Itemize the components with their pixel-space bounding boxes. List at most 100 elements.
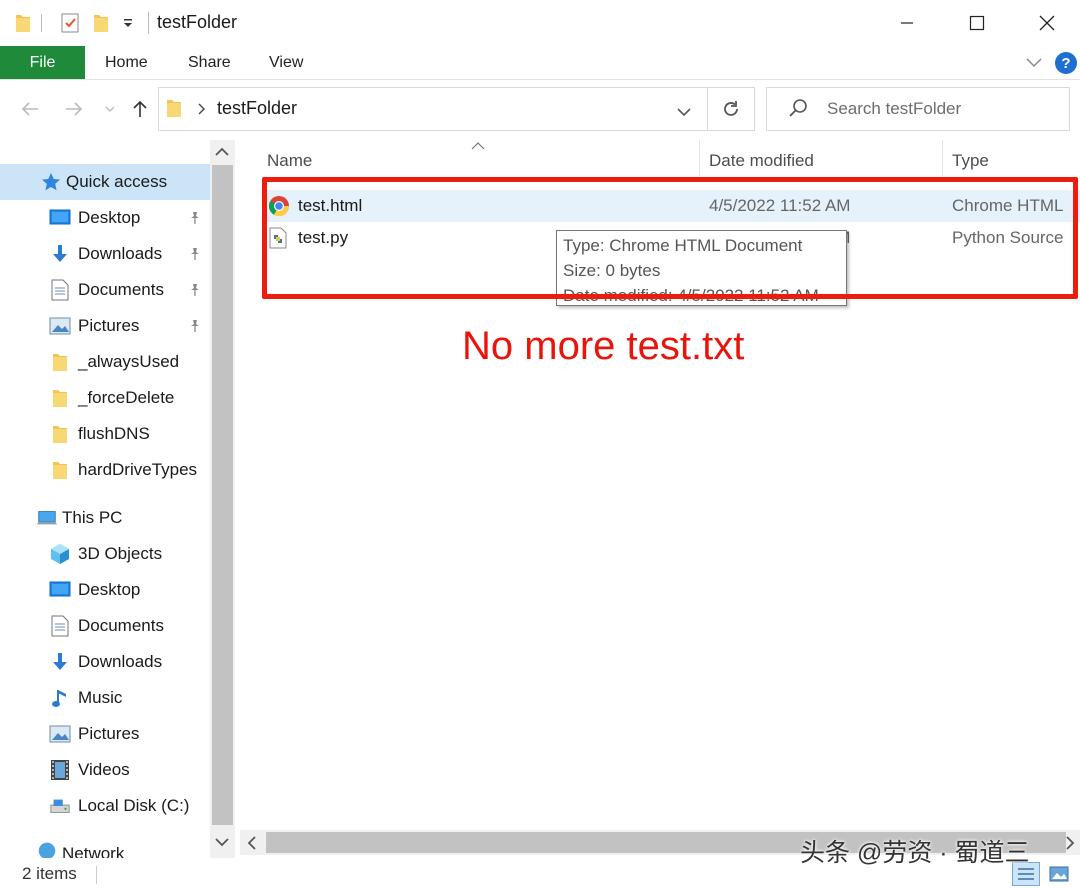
nav-label: Network xyxy=(62,844,125,858)
column-divider[interactable] xyxy=(699,140,700,176)
sort-ascending-icon xyxy=(471,137,485,155)
sidebar-item-documents[interactable]: Documents xyxy=(0,272,210,308)
sidebar-item-desktop[interactable]: Desktop xyxy=(0,200,210,236)
divider xyxy=(41,14,42,32)
annotation-box xyxy=(262,177,1078,299)
chevron-right-icon[interactable] xyxy=(196,102,206,121)
nav-label: _forceDelete xyxy=(78,388,175,407)
sidebar-item-pictures[interactable]: Pictures xyxy=(0,716,210,752)
chevron-down-icon xyxy=(105,106,115,112)
nav-label: Videos xyxy=(78,760,130,779)
sidebar-item-3d-objects[interactable]: 3D Objects xyxy=(0,536,210,572)
nav-label: Downloads xyxy=(78,244,163,263)
videos-icon xyxy=(49,759,71,781)
customize-toolbar-icon[interactable] xyxy=(118,10,138,36)
download-icon xyxy=(49,243,71,265)
refresh-button[interactable] xyxy=(707,87,755,131)
arrow-left-icon xyxy=(21,102,38,116)
chevron-left-icon xyxy=(247,836,256,850)
sidebar-item-desktop[interactable]: Desktop xyxy=(0,572,210,608)
large-icons-view-button[interactable] xyxy=(1046,862,1072,886)
desktop-icon xyxy=(49,579,71,601)
sidebar-item-harddrivetypes[interactable]: hardDriveTypes xyxy=(0,452,210,488)
folder-icon xyxy=(49,351,71,373)
refresh-icon xyxy=(724,101,738,116)
ribbon xyxy=(0,46,1080,80)
pin-icon[interactable] xyxy=(188,318,202,338)
chevron-down-icon xyxy=(1026,58,1042,68)
pictures-icon xyxy=(49,315,71,337)
nav-label: Downloads xyxy=(78,652,163,671)
expand-ribbon-button[interactable] xyxy=(1025,55,1043,73)
nav-label: Documents xyxy=(78,280,164,299)
close-icon xyxy=(1039,15,1055,31)
tab-home[interactable]: Home xyxy=(105,46,148,79)
divider xyxy=(148,12,149,34)
nav-label: 3D Objects xyxy=(78,544,163,563)
nav-label: Desktop xyxy=(78,208,141,227)
nav-label: Documents xyxy=(78,616,164,635)
sidebar-item-local-disk-c[interactable]: Local Disk (C:) xyxy=(0,788,210,824)
new-folder-icon[interactable] xyxy=(90,10,112,36)
pin-icon[interactable] xyxy=(188,210,202,230)
chevron-down-icon xyxy=(215,838,229,847)
nav-quick-access[interactable]: Quick access xyxy=(0,164,210,200)
nav-label: Pictures xyxy=(78,724,140,743)
address-history-button[interactable] xyxy=(676,104,692,122)
pin-icon[interactable] xyxy=(188,282,202,302)
watermark: 头条 @劳资 · 蜀道三 xyxy=(800,839,1030,867)
star-icon xyxy=(40,171,62,193)
sidebar-item-pictures[interactable]: Pictures xyxy=(0,308,210,344)
sidebar-item-alwaysused[interactable]: _alwaysUsed xyxy=(0,344,210,380)
sidebar-item-flushdns[interactable]: flushDNS xyxy=(0,416,210,452)
nav-label: _alwaysUsed xyxy=(78,352,180,371)
sidebar-item-documents[interactable]: Documents xyxy=(0,608,210,644)
help-button[interactable]: ? xyxy=(1055,52,1077,74)
minimize-button[interactable] xyxy=(872,0,942,46)
chevron-right-icon xyxy=(1066,836,1075,850)
recent-locations-button[interactable] xyxy=(100,92,120,126)
search-icon xyxy=(787,97,809,124)
column-divider[interactable] xyxy=(942,140,943,176)
column-header-date[interactable]: Date modified xyxy=(709,148,814,174)
scroll-right-button[interactable] xyxy=(1064,835,1076,856)
nav-label: Quick access xyxy=(66,172,168,191)
download-icon xyxy=(49,651,71,673)
documents-icon xyxy=(49,279,71,301)
tab-share[interactable]: Share xyxy=(188,46,231,79)
nav-label: Local Disk (C:) xyxy=(78,796,190,815)
search-placeholder: Search testFolder xyxy=(827,99,962,118)
nav-scrollbar-thumb[interactable] xyxy=(212,165,233,825)
column-header-name[interactable]: Name xyxy=(267,148,312,174)
scroll-left-button[interactable] xyxy=(246,835,258,856)
properties-icon[interactable] xyxy=(58,10,82,36)
arrow-right-icon xyxy=(66,102,83,116)
nav-label: Desktop xyxy=(78,580,141,599)
nav-this-pc[interactable]: This PC xyxy=(0,500,210,536)
sidebar-item-downloads[interactable]: Downloads xyxy=(0,236,210,272)
window-title: testFolder xyxy=(157,12,238,32)
folder-icon xyxy=(12,10,34,36)
up-button[interactable] xyxy=(126,92,154,126)
sidebar-item-forcedelete[interactable]: _forceDelete xyxy=(0,380,210,416)
forward-button[interactable] xyxy=(60,92,88,126)
folder-icon xyxy=(49,459,71,481)
scroll-down-button[interactable] xyxy=(214,835,230,854)
maximize-button[interactable] xyxy=(942,0,1012,46)
nav-network[interactable]: Network xyxy=(0,838,210,858)
pin-icon[interactable] xyxy=(188,246,202,266)
tab-file[interactable]: File xyxy=(0,46,85,79)
tab-view[interactable]: View xyxy=(269,46,303,79)
folder-icon xyxy=(166,98,182,123)
network-icon xyxy=(36,838,58,858)
breadcrumb[interactable]: testFolder xyxy=(217,98,297,119)
sidebar-item-downloads[interactable]: Downloads xyxy=(0,644,210,680)
sidebar-item-videos[interactable]: Videos xyxy=(0,752,210,788)
nav-label: hardDriveTypes xyxy=(78,460,198,479)
back-button[interactable] xyxy=(16,92,44,126)
scroll-up-button[interactable] xyxy=(214,145,230,164)
close-button[interactable] xyxy=(1012,0,1080,46)
nav-label: flushDNS xyxy=(78,424,150,443)
sidebar-item-music[interactable]: Music xyxy=(0,680,210,716)
column-header-type[interactable]: Type xyxy=(952,148,989,174)
